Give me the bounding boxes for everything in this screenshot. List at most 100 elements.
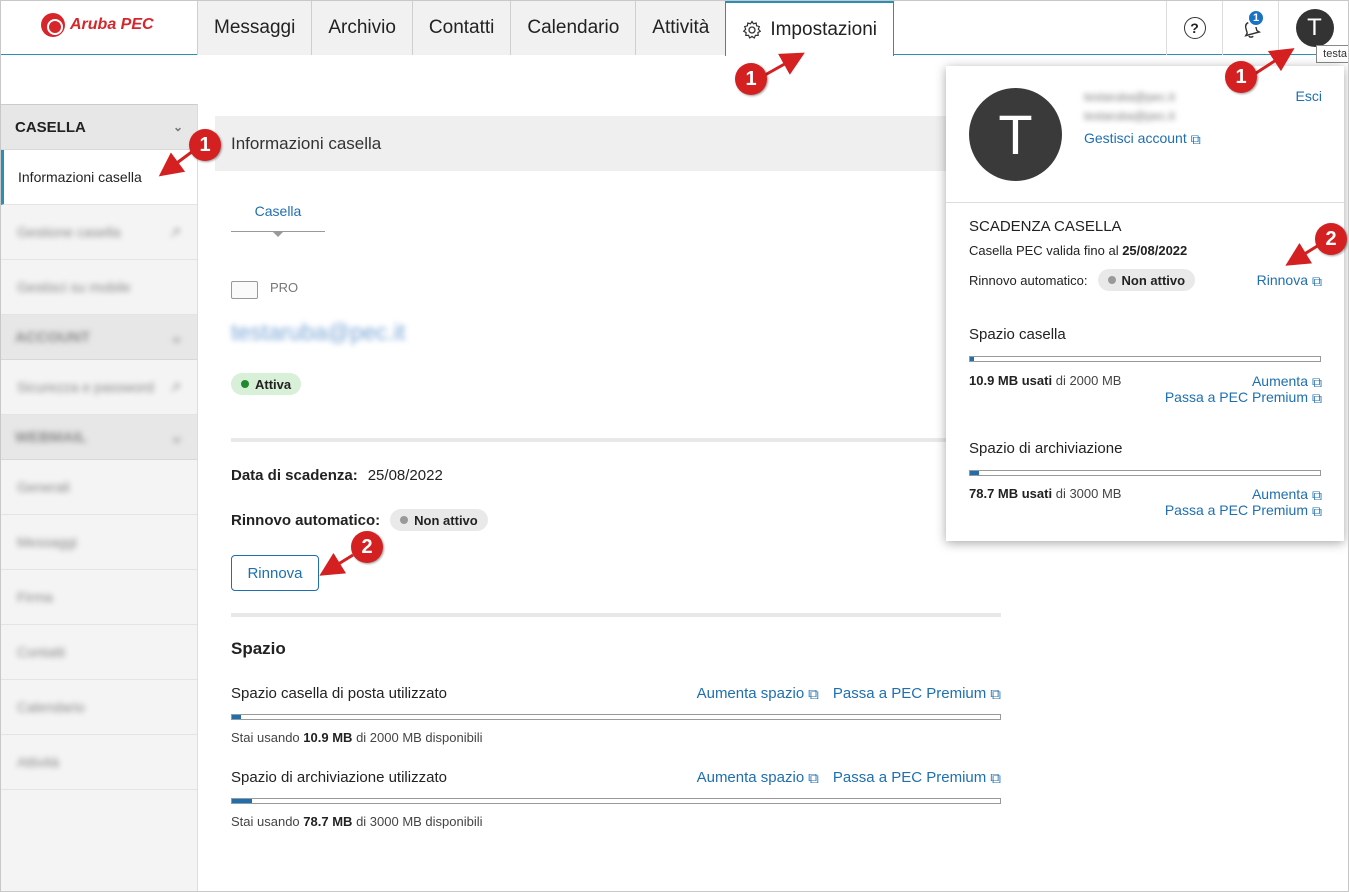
external-link-icon: ↗: [169, 378, 181, 395]
chevron-down-icon: ⌄: [172, 120, 183, 134]
sidebar-item-gestisci-mobile[interactable]: Gestisci su mobile: [1, 260, 197, 315]
logo-text: Aruba PEC: [70, 16, 154, 33]
space-usage-bar: [969, 356, 1321, 362]
sidebar-item-label: Contatti: [17, 644, 66, 660]
usage-used: 78.7 MB: [303, 814, 353, 829]
sidebar-item-messaggi[interactable]: Messaggi: [1, 515, 197, 570]
manage-account-link[interactable]: Gestisci account ⧉: [1084, 130, 1201, 148]
usage-fill: [232, 799, 252, 803]
status-label: Attiva: [255, 376, 292, 392]
valid-until: Casella PEC valida fino al 25/08/2022: [969, 243, 1187, 258]
sidebar-item-label: Gestione casella: [17, 224, 121, 240]
usage-used: 78.7 MB usati: [969, 486, 1053, 501]
expiry-heading: SCADENZA CASELLA: [969, 218, 1122, 235]
divider: [946, 202, 1344, 203]
usage-suffix: di 2000 MB disponibili: [356, 730, 483, 745]
pec-address: testaruba@pec.it: [231, 319, 406, 345]
mailbox-usage: Spazio casella di posta utilizzato Aumen…: [231, 685, 1001, 745]
sidebar-item-attivita[interactable]: Attività: [1, 735, 197, 790]
chevron-down-icon: ⌄: [170, 429, 183, 446]
sidebar-item-gestione-casella[interactable]: Gestione casella ↗: [1, 205, 197, 260]
external-link-icon: ⧉: [808, 770, 819, 787]
premium-link[interactable]: Passa a PEC Premium ⧉: [833, 685, 1001, 703]
usage-fill: [232, 715, 242, 719]
annotation-marker-1: 1: [1225, 61, 1257, 93]
divider: [231, 438, 1001, 442]
mailbox-usage-bar: [231, 714, 1001, 720]
gear-icon: [743, 19, 762, 39]
tab-impostazioni[interactable]: Impostazioni: [725, 1, 894, 56]
link-label: Gestisci account: [1084, 130, 1187, 146]
increase-space-link[interactable]: Aumenta spazio ⧉: [697, 769, 819, 787]
link-label: Aumenta spazio: [696, 769, 805, 786]
annotation-marker-1: 1: [735, 63, 767, 95]
aruba-logo-icon: [41, 13, 65, 37]
sidebar-item-firma[interactable]: Firma: [1, 570, 197, 625]
logout-link[interactable]: Esci: [1296, 88, 1322, 104]
auto-renew-status-label: Non attivo: [1121, 272, 1186, 288]
notification-badge: 1: [1247, 9, 1265, 27]
premium-link[interactable]: Passa a PEC Premium ⧉: [1165, 389, 1322, 407]
link-label: Passa a PEC Premium: [1164, 389, 1308, 405]
notifications-button[interactable]: 1: [1222, 1, 1278, 55]
tab-attivita[interactable]: Attività: [635, 1, 726, 55]
usage-fill: [970, 471, 980, 475]
sidebar-item-label: Informazioni casella: [18, 169, 142, 185]
premium-link[interactable]: Passa a PEC Premium ⧉: [1165, 502, 1322, 520]
tab-calendario[interactable]: Calendario: [510, 1, 636, 55]
renew-link[interactable]: Rinnova ⧉: [1257, 272, 1322, 290]
premium-link[interactable]: Passa a PEC Premium ⧉: [833, 769, 1001, 787]
account-button[interactable]: T testa: [1278, 1, 1348, 63]
tab-label: Contatti: [428, 17, 495, 38]
popup-avatar: T: [969, 88, 1062, 181]
renew-button[interactable]: Rinnova: [231, 555, 319, 591]
tab-archivio[interactable]: Archivio: [311, 1, 412, 55]
sidebar-item-calendario[interactable]: Calendario: [1, 680, 197, 735]
space-usage-text: 10.9 MB usati di 2000 MB: [969, 373, 1121, 388]
archive-usage-text: 78.7 MB usati di 3000 MB: [969, 486, 1121, 501]
sidebar: CASELLA ⌄ Informazioni casella Gestione …: [1, 104, 198, 891]
sidebar-item-contatti[interactable]: Contatti: [1, 625, 197, 680]
sidebar-section-webmail[interactable]: WEBMAIL ⌄: [1, 415, 197, 460]
auto-renew-row: Rinnovo automatico: Non attivo: [231, 509, 488, 531]
usage-suffix: di 3000 MB disponibili: [356, 814, 483, 829]
auto-renew-label: Rinnovo automatico:: [969, 272, 1088, 288]
usage-total: di 3000 MB: [1055, 486, 1122, 501]
increase-space-link[interactable]: Aumenta spazio ⧉: [697, 685, 819, 703]
usage-total: di 2000 MB: [1055, 373, 1122, 388]
mailbox-usage-text: Stai usando 10.9 MB di 2000 MB disponibi…: [231, 730, 1001, 745]
sidebar-section-casella[interactable]: CASELLA ⌄: [1, 105, 197, 150]
logo[interactable]: Aruba PEC: [41, 13, 154, 37]
status-dot: [241, 380, 249, 388]
mailbox-icon: [231, 281, 258, 299]
sidebar-item-informazioni-casella[interactable]: Informazioni casella: [1, 150, 197, 205]
section-label: WEBMAIL: [15, 428, 87, 446]
external-link-icon: ⧉: [1312, 503, 1322, 519]
tab-label: Archivio: [328, 17, 396, 38]
sidebar-item-generali[interactable]: Generali: [1, 460, 197, 515]
external-link-icon: ⧉: [1312, 273, 1322, 289]
divider: [231, 613, 1001, 617]
subtab-casella[interactable]: Casella: [231, 203, 325, 237]
tab-label: Impostazioni: [770, 18, 877, 40]
link-label: Aumenta spazio: [696, 685, 805, 702]
tab-messaggi[interactable]: Messaggi: [197, 1, 312, 55]
sidebar-item-sicurezza[interactable]: Sicurezza e password ↗: [1, 360, 197, 415]
tab-contatti[interactable]: Contatti: [411, 1, 511, 55]
auto-renew-status-label: Non attivo: [414, 512, 478, 528]
sidebar-section-account[interactable]: ACCOUNT ⌄: [1, 315, 197, 360]
usage-used: 10.9 MB: [303, 730, 353, 745]
annotation-marker-2: 2: [1315, 223, 1347, 255]
help-button[interactable]: ?: [1166, 1, 1222, 55]
section-label: CASELLA: [15, 118, 86, 136]
sidebar-item-label: Attività: [17, 754, 60, 770]
top-bar: Aruba PEC Messaggi Archivio Contatti Cal…: [1, 1, 1348, 63]
annotation-arrow: [764, 52, 805, 77]
auto-renew-row: Rinnovo automatico: Non attivo: [969, 269, 1196, 291]
external-link-icon: ⧉: [808, 686, 819, 703]
usage-used: 10.9 MB usati: [969, 373, 1053, 388]
archive-usage: Spazio di archiviazione utilizzato Aumen…: [231, 769, 1001, 829]
tab-label: Attività: [652, 17, 710, 38]
archive-usage-text: Stai usando 78.7 MB di 3000 MB disponibi…: [231, 814, 1001, 829]
usage-prefix: Stai usando: [231, 730, 300, 745]
